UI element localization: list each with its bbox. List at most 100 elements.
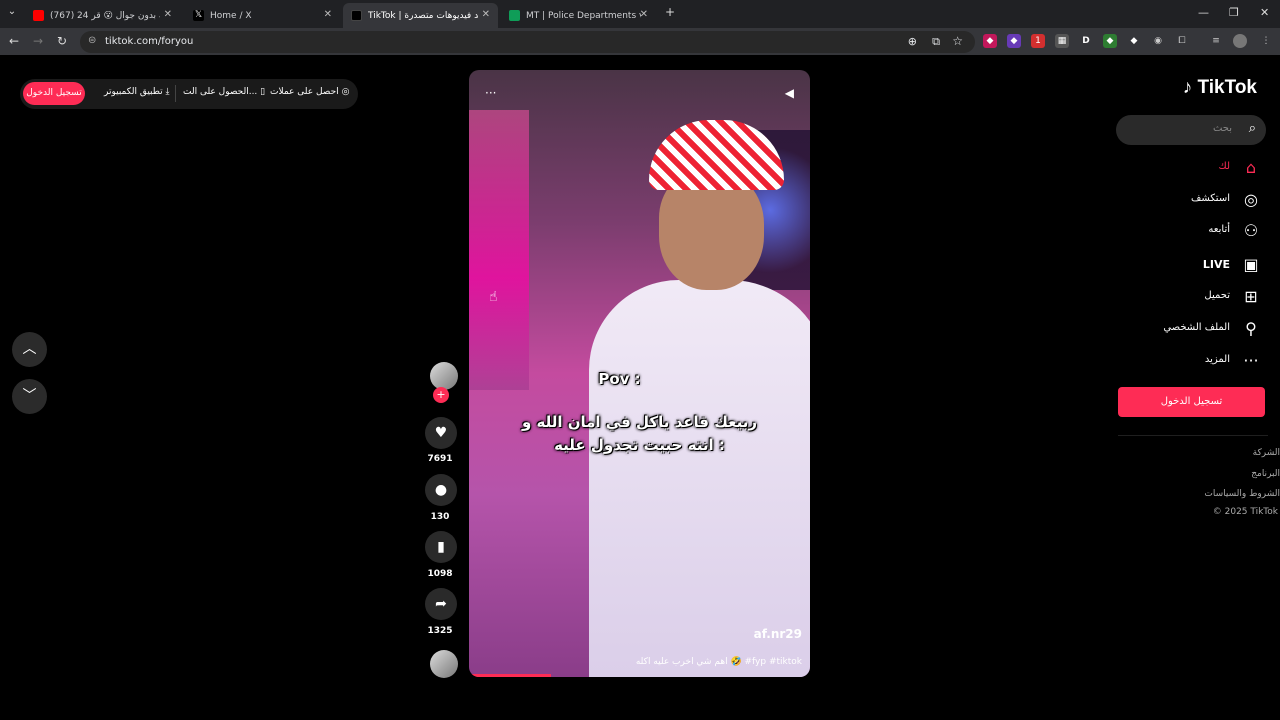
extension-d-icon[interactable]: D [1079, 34, 1093, 48]
tab-search-icon[interactable]: ⌄ [4, 6, 20, 17]
phone-icon: ▯ [260, 87, 266, 97]
extensions-puzzle-icon[interactable]: ⧠ [1175, 34, 1189, 48]
close-icon[interactable]: ✕ [324, 9, 332, 20]
extension-icon[interactable]: ◆ [983, 34, 997, 48]
extension-badge-icon[interactable]: 1 [1031, 34, 1045, 48]
upload-icon: ⊞ [1244, 287, 1258, 306]
close-icon[interactable]: ✕ [640, 9, 648, 20]
footer-company-link[interactable]: الشركة [1253, 448, 1280, 458]
zoom-icon[interactable]: ⊕ [908, 35, 917, 48]
x-icon: 𝕏 [193, 10, 204, 21]
new-tab-button[interactable]: + [662, 5, 678, 19]
sheets-icon [509, 10, 520, 21]
video-progress-bar[interactable] [469, 674, 551, 677]
download-icon: ⤓ [165, 87, 170, 97]
sidebar-item-upload[interactable]: ⊞ تحميل [1062, 286, 1262, 308]
caption-pov: Pov : [598, 370, 641, 388]
tab-sheets[interactable]: MT | Police Departments v7.0 - ✕ [501, 3, 656, 28]
footer-terms-link[interactable]: الشروط والسياسات [1204, 489, 1280, 499]
footer-program-link[interactable]: البرنامج [1251, 469, 1280, 479]
previous-video-button[interactable]: ︿ [12, 332, 47, 367]
video-more-button[interactable]: ··· [485, 86, 496, 100]
reading-list-icon[interactable]: ≡ [1209, 34, 1223, 48]
search-icon[interactable]: ⌕ [1249, 121, 1256, 136]
tab-youtube[interactable]: (767) 24 ساعة بدون جوال 😮 قر ✕ [25, 3, 180, 28]
comment-button[interactable]: ● [425, 474, 457, 506]
bookmark-icon: ▮ [437, 539, 445, 555]
next-video-button[interactable]: ﹀ [12, 379, 47, 414]
coin-icon: ◎ [341, 87, 350, 97]
reload-icon[interactable]: ↻ [54, 34, 70, 48]
live-icon: ▣ [1243, 255, 1259, 274]
minimize-icon[interactable]: — [1198, 6, 1209, 19]
comment-icon: ● [434, 482, 448, 498]
sidebar-login-button[interactable]: تسجيل الدخول [1118, 387, 1265, 417]
author-avatar[interactable] [430, 362, 458, 390]
install-icon[interactable]: ⧉ [932, 35, 940, 49]
tiktok-page: تسجيل الدخول تطبيق الكمبيوتر ⤓ الحصول عل… [0, 57, 1280, 720]
like-count: 7691 [427, 454, 453, 464]
save-count: 1098 [427, 569, 453, 579]
search-input[interactable]: بحث ⌕ [1116, 115, 1266, 145]
sidebar-item-for-you[interactable]: ⌂ لك [1062, 157, 1262, 179]
tiktok-note-icon: ♪ [1182, 77, 1193, 98]
tiktok-logo[interactable]: ♪ TikTok [1183, 77, 1257, 99]
top-action-bar: تسجيل الدخول تطبيق الكمبيوتر ⤓ الحصول عل… [20, 79, 358, 109]
extension-diamond-icon[interactable]: ◆ [1127, 34, 1141, 48]
save-button[interactable]: ▮ [425, 531, 457, 563]
forward-icon[interactable]: → [30, 34, 46, 48]
extension-eye-icon[interactable]: ◉ [1151, 34, 1165, 48]
profile-icon: ⚲ [1245, 319, 1257, 338]
caption-line-1: ربيعك قاعد ياكل في امان الله و [521, 413, 758, 431]
follow-plus-icon[interactable]: + [433, 387, 449, 403]
video-subject [549, 100, 810, 677]
video-author[interactable]: af.nr29 [754, 627, 802, 641]
caption-line-2: انته حبيت تجدول عليه : [554, 436, 725, 454]
top-login-button[interactable]: تسجيل الدخول [23, 82, 85, 105]
window-close-icon[interactable]: ✕ [1260, 6, 1269, 19]
sidebar-item-following[interactable]: ⚇ أتابعه [1062, 220, 1262, 242]
home-icon: ⌂ [1245, 158, 1257, 177]
video-player[interactable]: ··· ◀ Pov : ربيعك قاعد ياكل في امان الله… [469, 70, 810, 677]
share-button[interactable]: ➦ [425, 588, 457, 620]
chevron-up-icon: ︿ [22, 341, 37, 357]
profile-avatar-icon[interactable] [1233, 34, 1247, 48]
background-shelves [469, 110, 529, 390]
sidebar-divider [1118, 435, 1268, 436]
sidebar-item-profile[interactable]: ⚲ الملف الشخصي [1062, 318, 1262, 340]
sidebar-item-more[interactable]: ··· المزيد [1062, 350, 1262, 372]
like-button[interactable]: ♥ [425, 417, 457, 449]
browser-tab-bar: ⌄ (767) 24 ساعة بدون جوال 😮 قر ✕ 𝕏 Home … [0, 0, 1280, 28]
browser-toolbar: ← → ↻ ⊜ tiktok.com/foryou ⊕ ⧉ ☆ ◆ ◆ 1 ▦ … [0, 28, 1280, 56]
sidebar-item-live[interactable]: ▣ LIVE [1062, 254, 1262, 276]
extension-green-shield-icon[interactable]: ◆ [1103, 34, 1117, 48]
video-description[interactable]: اهم شي اخرب عليه اكله 🤣 #fyp #tiktok [636, 657, 802, 667]
menu-dots-icon[interactable]: ⋮ [1259, 34, 1273, 48]
youtube-icon [33, 10, 44, 21]
close-icon[interactable]: ✕ [164, 9, 172, 20]
following-icon: ⚇ [1243, 221, 1259, 240]
tab-x[interactable]: 𝕏 Home / X ✕ [185, 3, 340, 28]
site-info-icon[interactable]: ⊜ [88, 35, 96, 46]
compass-icon: ◎ [1244, 190, 1258, 209]
restore-icon[interactable]: ❐ [1229, 6, 1239, 19]
music-disc-avatar[interactable] [430, 650, 458, 678]
extension-grid-icon[interactable]: ▦ [1055, 34, 1069, 48]
get-coins-link[interactable]: احصل على عملات ◎ [270, 87, 349, 97]
get-app-link[interactable]: الحصول على الت... ▯ [183, 87, 265, 97]
tab-tiktok[interactable]: TikTok | شاهد فيديوهات متصدرة ✕ [343, 3, 498, 28]
desktop-app-link[interactable]: تطبيق الكمبيوتر ⤓ [104, 87, 170, 97]
back-icon[interactable]: ← [6, 34, 22, 48]
divider [175, 85, 176, 102]
extension-shield-icon[interactable]: ◆ [1007, 34, 1021, 48]
bookmark-star-icon[interactable]: ☆ [952, 34, 963, 48]
share-icon: ➦ [435, 596, 447, 612]
mouse-cursor-icon: ☝ [489, 289, 498, 305]
volume-icon[interactable]: ◀ [785, 86, 794, 100]
address-bar[interactable]: ⊜ tiktok.com/foryou ⊕ ⧉ ☆ [80, 31, 975, 53]
close-icon[interactable]: ✕ [482, 9, 490, 20]
more-icon: ··· [1243, 351, 1259, 370]
comment-count: 130 [430, 512, 450, 522]
sidebar-item-explore[interactable]: ◎ استكشف [1062, 189, 1262, 211]
chevron-down-icon: ﹀ [22, 388, 37, 404]
